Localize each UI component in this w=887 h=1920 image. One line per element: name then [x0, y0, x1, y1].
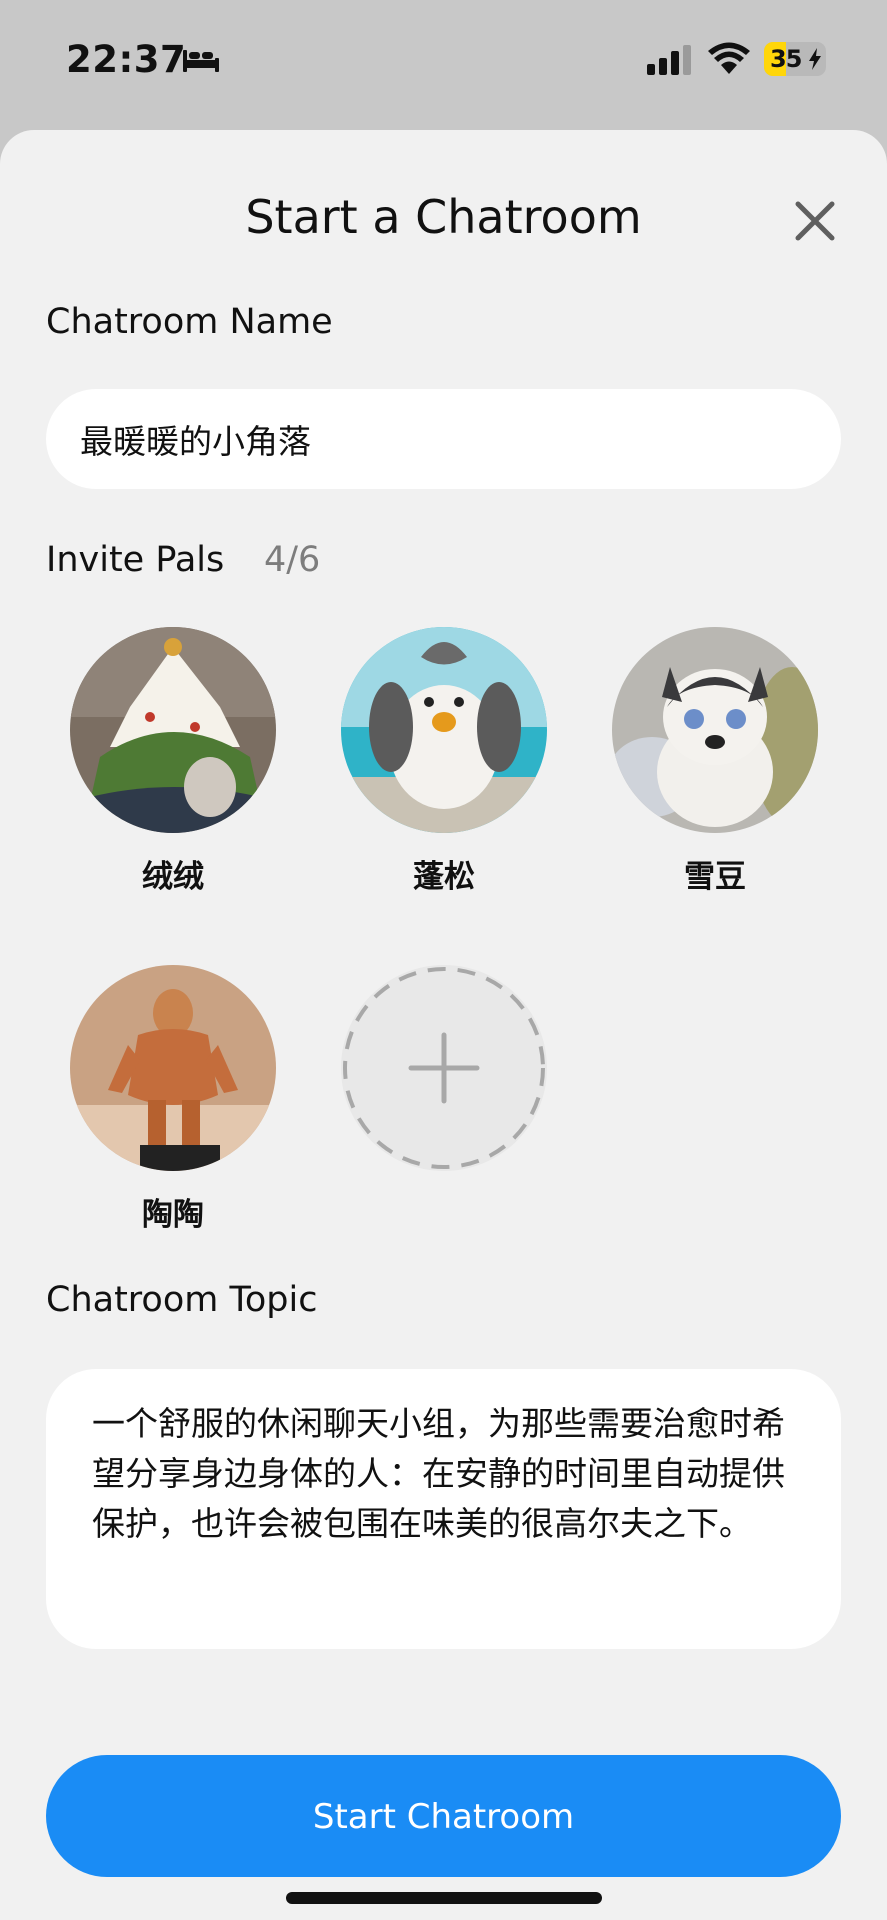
pal-avatar [341, 627, 547, 833]
pal-item[interactable]: 绒绒 [70, 627, 276, 896]
sheet-title: Start a Chatroom [245, 190, 642, 244]
status-bar: 22:37 35 [0, 0, 887, 130]
pal-name: 雪豆 [684, 859, 746, 895]
plus-icon [343, 967, 545, 1169]
pal-avatar [612, 627, 818, 833]
pal-name: 绒绒 [142, 859, 204, 895]
pal-item[interactable]: 雪豆 [612, 627, 818, 896]
chatroom-topic-label: Chatroom Topic [46, 1280, 318, 1320]
invite-pals-header: Invite Pals 4/6 [46, 540, 320, 580]
battery-level-text: 35 [770, 45, 802, 73]
invite-count: 4/6 [264, 540, 321, 580]
pal-name: 蓬松 [413, 859, 475, 895]
chatroom-name-input[interactable] [46, 389, 841, 489]
start-chatroom-sheet: Start a Chatroom Chatroom Name Invite Pa… [0, 130, 887, 1920]
pal-name: 陶陶 [142, 1197, 204, 1233]
chatroom-topic-input[interactable]: 一个舒服的休闲聊天小组，为那些需要治愈时希望分享身边身体的人：在安静的时间里自动… [46, 1369, 841, 1649]
cellular-signal-icon [647, 45, 691, 75]
battery-indicator: 35 [764, 42, 826, 76]
home-indicator [286, 1892, 602, 1904]
pal-item[interactable]: 陶陶 [70, 965, 276, 1234]
close-icon[interactable] [790, 196, 840, 246]
pal-avatar [70, 965, 276, 1171]
chatroom-name-label: Chatroom Name [46, 302, 333, 342]
start-chatroom-button[interactable]: Start Chatroom [46, 1755, 841, 1877]
bed-icon [183, 50, 219, 72]
wifi-icon [708, 42, 750, 74]
status-time: 22:37 [66, 38, 187, 81]
pal-item[interactable]: 蓬松 [341, 627, 547, 896]
pal-avatar [70, 627, 276, 833]
invite-pals-label: Invite Pals [46, 540, 225, 580]
charging-bolt-icon [809, 48, 821, 70]
add-pal-button[interactable] [341, 965, 547, 1171]
